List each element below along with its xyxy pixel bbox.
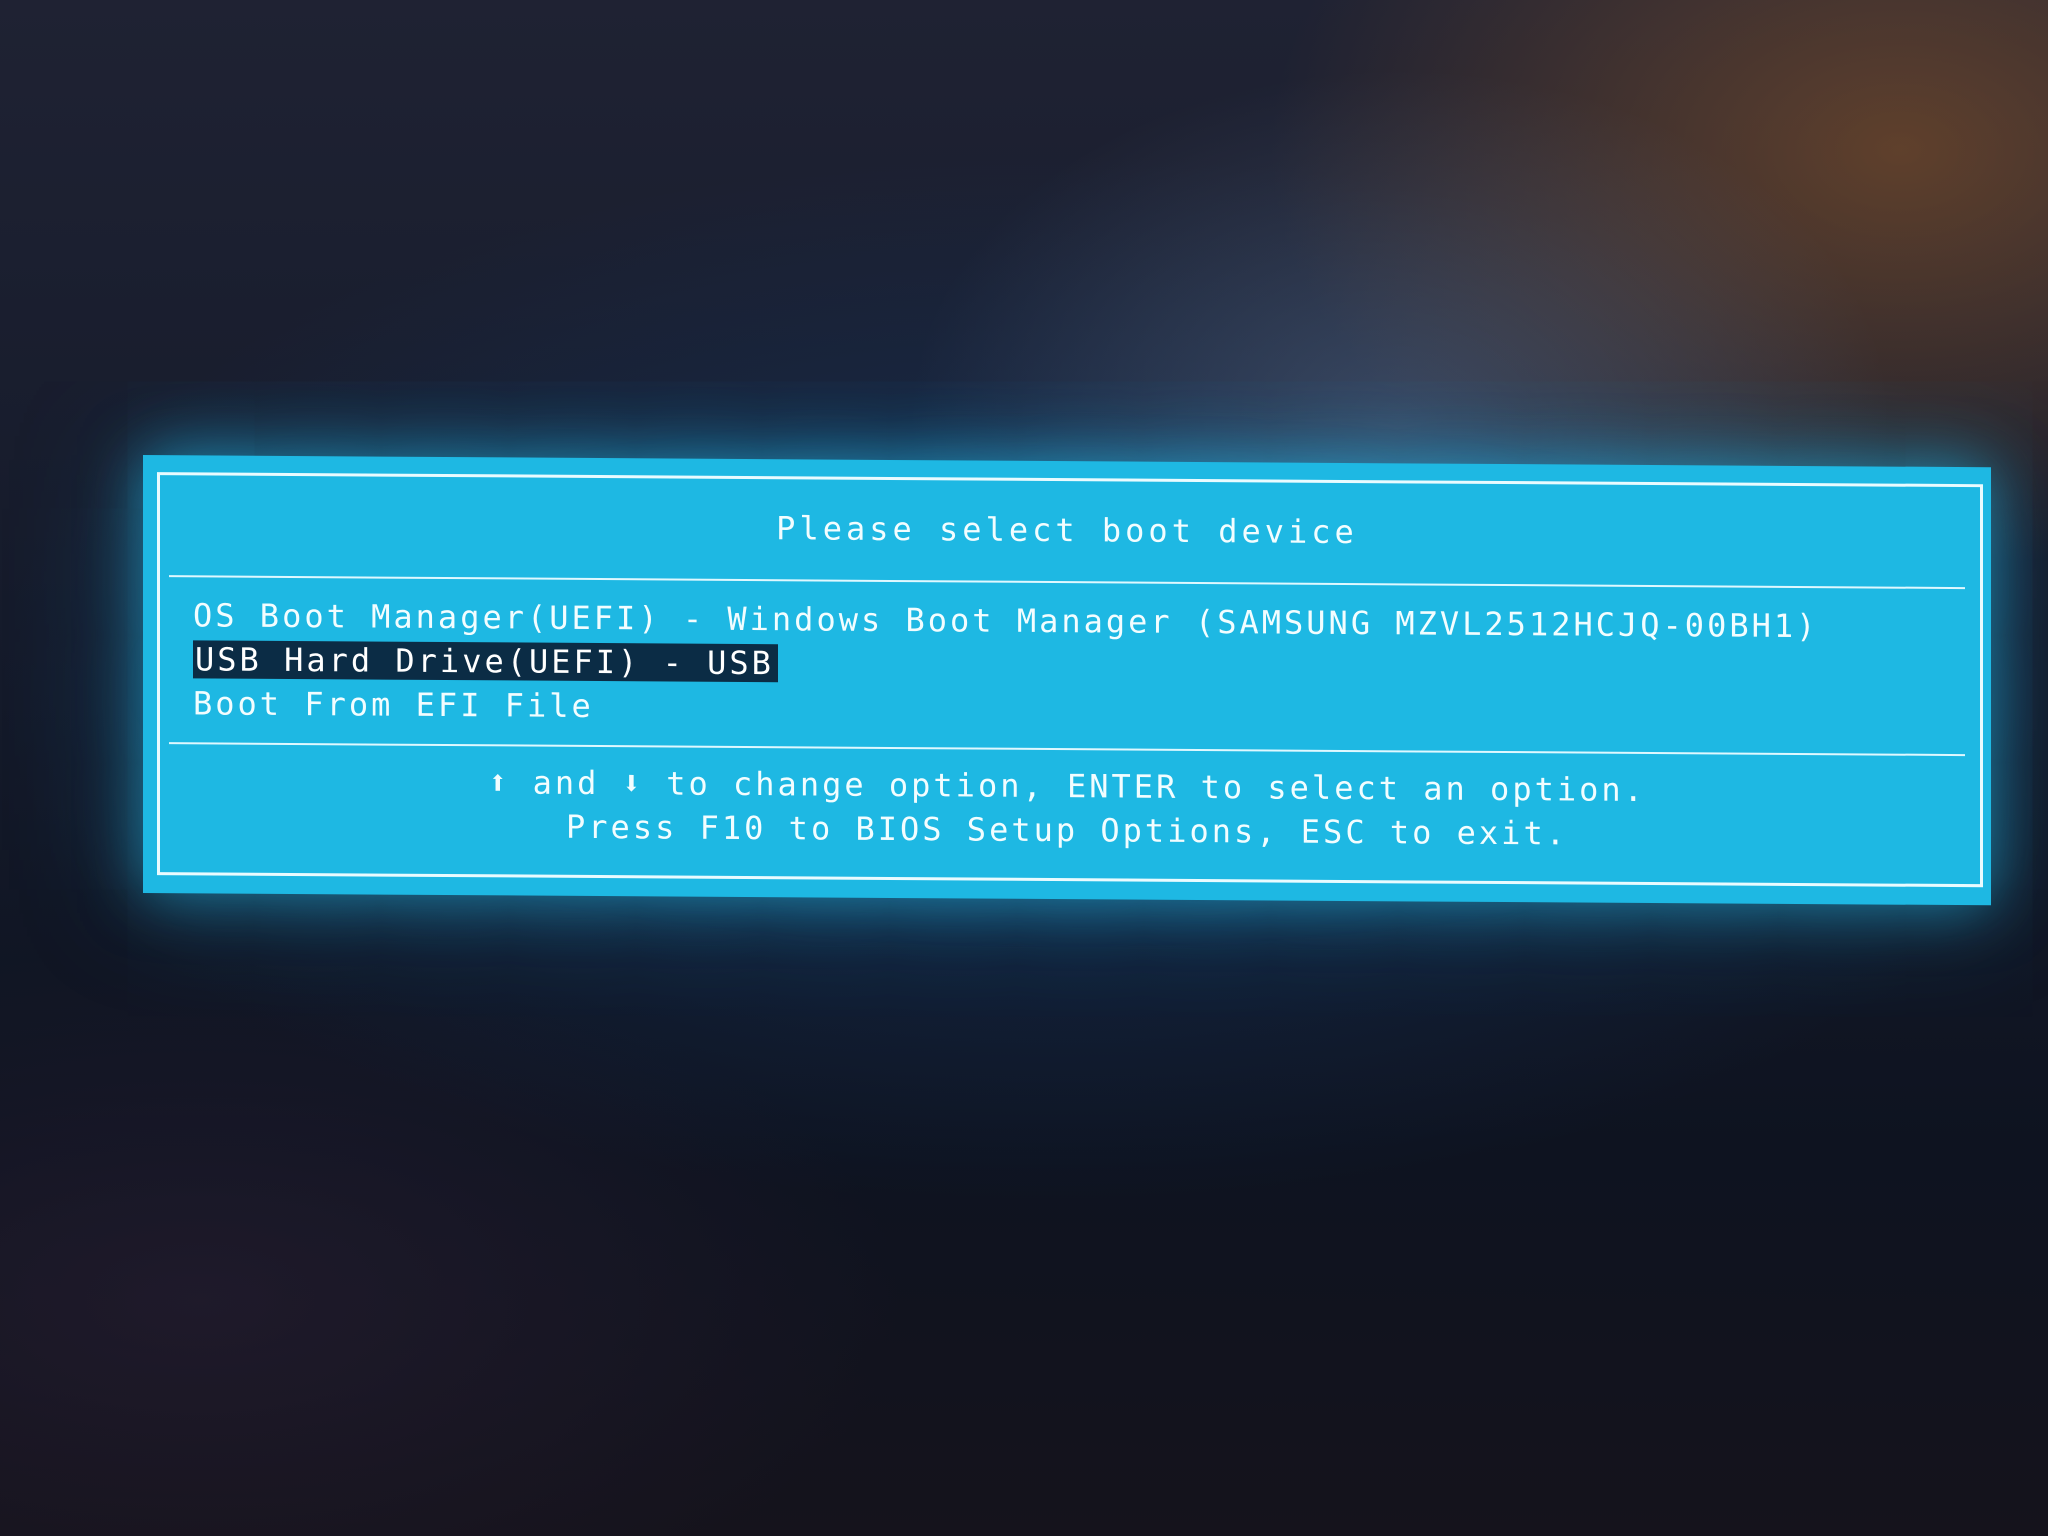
help-text: ⬆ and ⬇ to change option, ENTER to selec… xyxy=(143,758,1991,858)
boot-item-label: OS Boot Manager(UEFI) - Windows Boot Man… xyxy=(193,596,1819,646)
help-line1-text: to change option, ENTER to select an opt… xyxy=(643,764,1646,809)
up-arrow-icon: ⬆ xyxy=(488,763,511,802)
help-and-text: and xyxy=(510,763,622,803)
boot-device-list: OS Boot Manager(UEFI) - Windows Boot Man… xyxy=(193,593,1971,737)
boot-item-label: USB Hard Drive(UEFI) - USB xyxy=(193,640,778,683)
down-arrow-icon: ⬇ xyxy=(621,764,644,803)
boot-device-dialog: Please select boot device OS Boot Manage… xyxy=(143,455,1991,906)
boot-item-label: Boot From EFI File xyxy=(193,684,594,725)
